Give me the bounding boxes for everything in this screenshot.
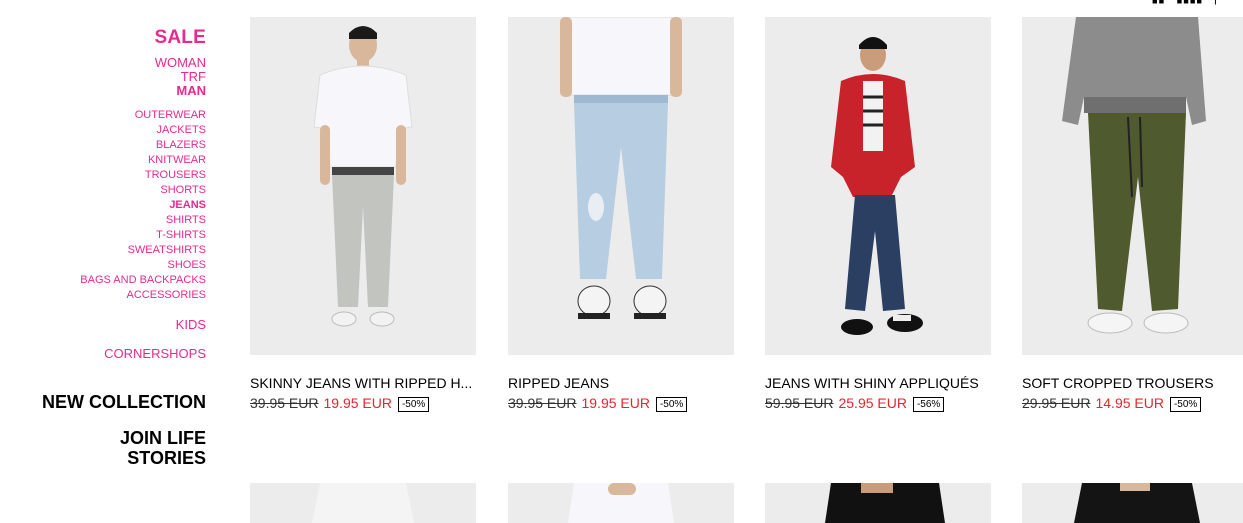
model-figure-icon <box>508 483 734 523</box>
product-card[interactable]: RIPPED JEANS 39.95 EUR 19.95 EUR -50% <box>508 17 734 412</box>
old-price: 39.95 EUR <box>250 395 319 411</box>
sale-link[interactable]: SALE <box>155 27 206 49</box>
product-image[interactable] <box>1022 483 1243 523</box>
product-image[interactable] <box>250 17 476 355</box>
subcategory-shorts[interactable]: SHORTS <box>80 183 206 198</box>
sale-price: 19.95 EUR <box>581 395 650 411</box>
product-name[interactable]: RIPPED JEANS <box>508 375 734 391</box>
product-image[interactable] <box>765 483 991 523</box>
model-figure-icon <box>508 17 734 355</box>
sale-price: 14.95 EUR <box>1095 395 1164 411</box>
model-figure-icon <box>765 17 991 355</box>
old-price: 39.95 EUR <box>508 395 577 411</box>
product-image[interactable] <box>1022 17 1243 355</box>
model-figure-icon <box>1022 483 1243 523</box>
sale-price: 25.95 EUR <box>838 395 907 411</box>
cornershops-link[interactable]: CORNERSHOPS <box>104 346 206 361</box>
filters-toggle-icon[interactable]: | <box>1214 0 1217 5</box>
discount-badge: -50% <box>397 397 430 412</box>
category-trf[interactable]: TRF <box>155 70 206 84</box>
sale-price: 19.95 EUR <box>323 395 392 411</box>
subcategory-blazers[interactable]: BLAZERS <box>80 138 206 153</box>
discount-badge: -50% <box>1169 397 1202 412</box>
product-name[interactable]: SOFT CROPPED TROUSERS <box>1022 375 1243 391</box>
category-woman[interactable]: WOMAN <box>155 56 206 70</box>
product-prices: 29.95 EUR 14.95 EUR -50% <box>1022 395 1243 412</box>
product-image[interactable] <box>508 483 734 523</box>
product-card[interactable]: JEANS WITH SHINY APPLIQUÉS 59.95 EUR 25.9… <box>765 17 991 412</box>
subcategory-shoes[interactable]: SHOES <box>80 258 206 273</box>
join-life-line1: JOIN LIFE <box>119 428 206 448</box>
subcategory-accessories[interactable]: ACCESSORIES <box>80 288 206 303</box>
subcategory-knitwear[interactable]: KNITWEAR <box>80 153 206 168</box>
product-name[interactable]: JEANS WITH SHINY APPLIQUÉS <box>765 375 991 391</box>
view-grid-2-icon[interactable]: ▮▮ <box>1152 0 1165 5</box>
product-card[interactable]: SOFT CROPPED TROUSERS 29.95 EUR 14.95 EUR… <box>1022 17 1243 412</box>
subcategory-jackets[interactable]: JACKETS <box>80 123 206 138</box>
model-figure-icon <box>250 483 476 523</box>
product-name[interactable]: SKINNY JEANS WITH RIPPED H... <box>250 375 476 391</box>
subcategory-t-shirts[interactable]: T-SHIRTS <box>80 228 206 243</box>
discount-badge: -50% <box>655 397 688 412</box>
model-figure-icon <box>1022 17 1243 355</box>
sub-category-list: OUTERWEAR JACKETS BLAZERS KNITWEAR TROUS… <box>80 108 206 303</box>
subcategory-sweatshirts[interactable]: SWEATSHIRTS <box>80 243 206 258</box>
old-price: 29.95 EUR <box>1022 395 1091 411</box>
product-image[interactable] <box>250 483 476 523</box>
product-prices: 39.95 EUR 19.95 EUR -50% <box>250 395 476 412</box>
view-controls: ▮▮ ▮▮▮▮ | <box>1144 0 1217 5</box>
subcategory-jeans[interactable]: JEANS <box>80 198 206 213</box>
view-grid-4-icon[interactable]: ▮▮▮▮ <box>1176 0 1202 5</box>
subcategory-outerwear[interactable]: OUTERWEAR <box>80 108 206 123</box>
discount-badge: -56% <box>912 397 945 412</box>
top-category-list: WOMAN TRF MAN <box>155 56 206 98</box>
subcategory-shirts[interactable]: SHIRTS <box>80 213 206 228</box>
join-life-line2: STORIES <box>127 448 206 468</box>
product-prices: 39.95 EUR 19.95 EUR -50% <box>508 395 734 412</box>
model-figure-icon <box>765 483 991 523</box>
product-image[interactable] <box>508 17 734 355</box>
subcategory-bags-and-backpacks[interactable]: BAGS AND BACKPACKS <box>80 273 206 288</box>
old-price: 59.95 EUR <box>765 395 834 411</box>
category-kids[interactable]: KIDS <box>176 317 206 332</box>
new-collection-link[interactable]: NEW COLLECTION <box>42 392 206 413</box>
model-figure-icon <box>250 17 476 355</box>
product-prices: 59.95 EUR 25.95 EUR -56% <box>765 395 991 412</box>
product-card[interactable]: SKINNY JEANS WITH RIPPED H... 39.95 EUR 1… <box>250 17 476 412</box>
join-life-link[interactable]: JOIN LIFE STORIES <box>120 428 206 468</box>
sidebar-nav: SALE WOMAN TRF MAN OUTERWEAR JACKETS BLA… <box>0 0 206 505</box>
product-image[interactable] <box>765 17 991 355</box>
category-man[interactable]: MAN <box>155 84 206 98</box>
subcategory-trousers[interactable]: TROUSERS <box>80 168 206 183</box>
